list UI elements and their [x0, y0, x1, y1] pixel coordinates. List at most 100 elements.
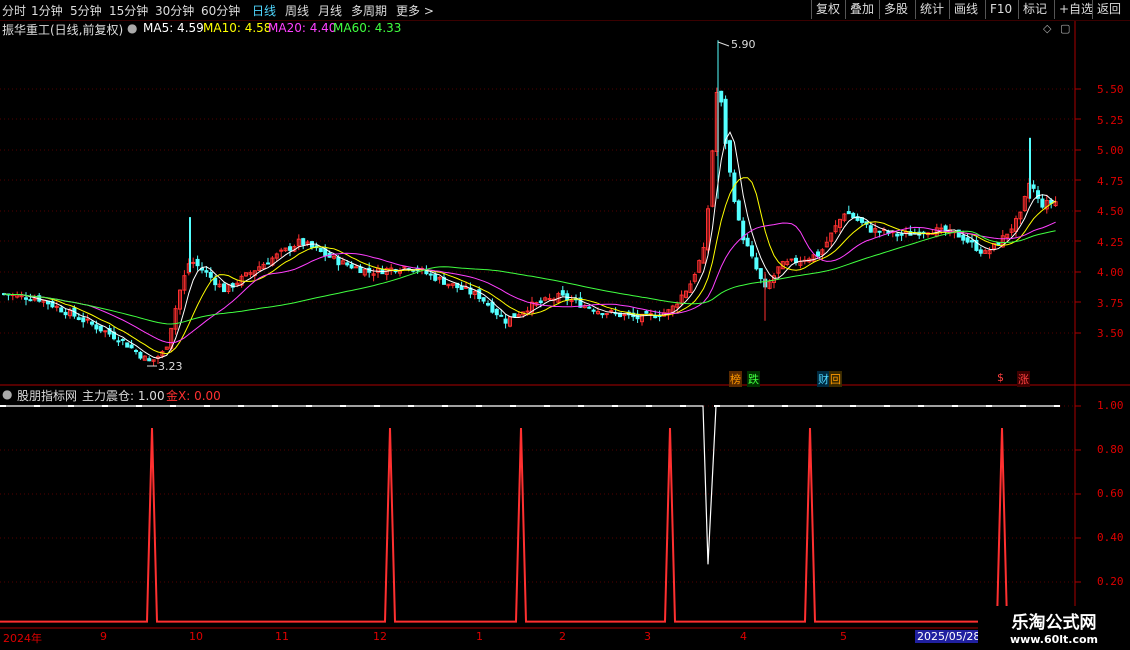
candle-body — [345, 262, 350, 266]
marker-dollar[interactable]: $ — [996, 371, 1005, 384]
ma-line — [3, 221, 1056, 344]
candle-body — [961, 234, 966, 241]
period-toolbar: 分时 1分钟 5分钟 15分钟 30分钟 60分钟 日线 周线 月线 多周期 更… — [0, 0, 1130, 21]
overlay-button[interactable]: 叠加 — [845, 0, 878, 19]
candle-body — [354, 266, 358, 269]
restore-rights-button[interactable]: 复权 — [811, 0, 844, 19]
line-marker — [442, 405, 448, 407]
price-tick: 5.00 — [1097, 144, 1124, 157]
statistics-button[interactable]: 统计 — [915, 0, 948, 19]
line-marker — [476, 405, 482, 407]
candle-body — [129, 344, 134, 349]
period-daily[interactable]: 日线 — [252, 2, 276, 19]
chart-canvas[interactable] — [0, 0, 1130, 650]
date-tick: 12 — [373, 630, 387, 643]
candle-body — [134, 350, 138, 353]
candle-body — [609, 310, 614, 313]
period-5min[interactable]: 5分钟 — [70, 2, 102, 19]
line-marker — [714, 405, 720, 407]
line-marker — [850, 405, 856, 407]
line-marker — [68, 405, 74, 407]
low-price-label: 3.23 — [158, 360, 183, 373]
line-marker — [646, 405, 652, 407]
line-marker — [340, 405, 346, 407]
candle-body — [125, 342, 130, 348]
line-marker — [578, 405, 584, 407]
candle-body — [486, 303, 490, 306]
sub-tick: 1.00 — [1097, 399, 1124, 412]
sub-settings-circle-icon[interactable]: ● — [2, 387, 12, 401]
sub-indicator-name[interactable]: 股朋指标网 — [17, 387, 77, 404]
ma5-label: MA5: 4.59 — [143, 21, 204, 35]
period-multi[interactable]: 多周期 — [351, 2, 387, 19]
price-tick: 3.50 — [1097, 327, 1124, 340]
candle-body — [719, 90, 724, 103]
period-more[interactable]: 更多 > — [396, 2, 434, 19]
date-tick: 2 — [559, 630, 566, 643]
diamond-icon[interactable]: ◇ — [1043, 22, 1051, 35]
f10-button[interactable]: F10 — [985, 0, 1016, 19]
price-tick: 5.25 — [1097, 114, 1124, 127]
candle-body — [428, 273, 433, 276]
candle-body — [358, 266, 363, 274]
line-marker — [34, 405, 40, 407]
candle-body — [222, 283, 226, 293]
line-marker — [782, 405, 788, 407]
back-button[interactable]: 返回 — [1092, 0, 1125, 19]
candle-body — [1031, 184, 1036, 189]
period-1min[interactable]: 1分钟 — [31, 2, 63, 19]
line-marker — [544, 405, 550, 407]
candle-body — [745, 237, 750, 247]
candle-body — [877, 230, 882, 233]
settings-circle-icon[interactable]: ● — [127, 21, 137, 35]
candle-body — [728, 140, 732, 173]
line-marker — [238, 405, 244, 407]
line-marker — [306, 405, 312, 407]
candle-body — [98, 325, 103, 332]
period-60min[interactable]: 60分钟 — [201, 2, 240, 19]
candle-body — [490, 301, 495, 313]
period-monthly[interactable]: 月线 — [318, 2, 342, 19]
candle-body — [120, 338, 125, 341]
candle-body — [525, 310, 530, 313]
price-tick: 4.50 — [1097, 205, 1124, 218]
marker-fall[interactable]: 跌 — [747, 371, 760, 387]
multi-stock-button[interactable]: 多股 — [879, 0, 912, 19]
marker-rank[interactable]: 榜 — [729, 371, 742, 387]
cursor-date: 2025/05/28 — [915, 630, 983, 643]
date-tick: 2024年 — [3, 632, 42, 645]
sub-tick: 0.20 — [1097, 575, 1124, 588]
date-tick: 4 — [740, 630, 747, 643]
stock-title[interactable]: 振华重工(日线,前复权) — [2, 21, 123, 38]
price-tick: 3.75 — [1097, 297, 1124, 310]
candle-body — [939, 227, 944, 230]
candle-body — [477, 289, 482, 299]
period-1min-timeshare[interactable]: 分时 — [2, 2, 26, 19]
candle-body — [644, 310, 649, 314]
period-30min[interactable]: 30分钟 — [155, 2, 194, 19]
date-tick: 1 — [476, 630, 483, 643]
add-watchlist-button[interactable]: +自选 — [1054, 0, 1097, 19]
maximize-icon[interactable]: ▢ — [1060, 22, 1070, 35]
candle-body — [512, 313, 517, 318]
period-15min[interactable]: 15分钟 — [109, 2, 148, 19]
mark-button[interactable]: 标记 — [1018, 0, 1051, 19]
draw-line-button[interactable]: 画线 — [949, 0, 982, 19]
ma20-label: MA20: 4.40 — [268, 21, 337, 35]
candle-body — [547, 298, 552, 301]
candle-body — [76, 317, 81, 321]
main-shake-line — [0, 405, 1058, 565]
period-weekly[interactable]: 周线 — [285, 2, 309, 19]
candle-body — [587, 306, 592, 309]
marker-rise[interactable]: 涨 — [1017, 371, 1030, 387]
candle-body — [459, 285, 464, 290]
marker-return[interactable]: 回 — [829, 371, 842, 387]
candle-body — [59, 307, 64, 313]
golden-cross-value: 金X: 0.00 — [166, 389, 221, 403]
sub-tick: 0.40 — [1097, 531, 1124, 544]
candle-body — [591, 309, 596, 312]
candle-body — [28, 299, 33, 302]
candle-body — [81, 317, 86, 323]
price-tick: 4.00 — [1097, 266, 1124, 279]
candle-body — [103, 330, 108, 333]
